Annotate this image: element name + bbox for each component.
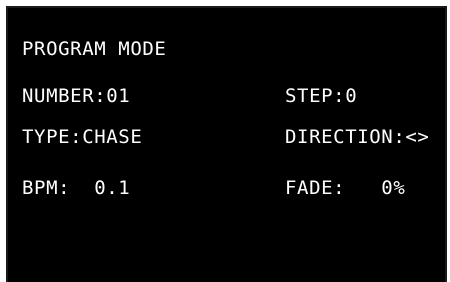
- lcd-screen: PROGRAM MODE NUMBER:01 STEP:0 TYPE:CHASE…: [6, 6, 447, 282]
- direction-readout: DIRECTION:<>: [285, 126, 430, 148]
- fade-readout: FADE: 0%: [285, 177, 406, 199]
- type-readout: TYPE:CHASE: [22, 126, 143, 148]
- program-mode-title: PROGRAM MODE: [22, 38, 167, 60]
- step-readout: STEP:0: [285, 85, 358, 107]
- bpm-readout: BPM: 0.1: [22, 177, 131, 199]
- number-readout: NUMBER:01: [22, 85, 131, 107]
